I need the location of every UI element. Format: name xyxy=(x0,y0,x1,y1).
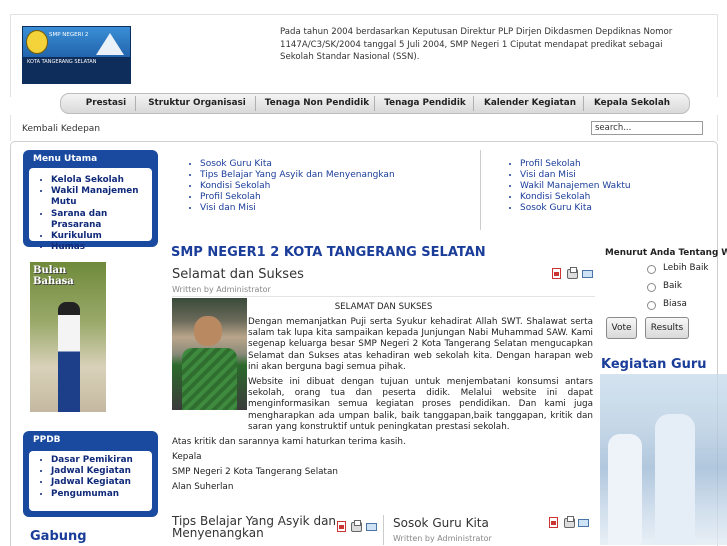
article-divider xyxy=(172,296,595,297)
poll-title: Menurut Anda Tentang Web ini xyxy=(605,248,727,258)
nav-item-tenaga-pendidik[interactable]: Tenaga Pendidik xyxy=(379,94,471,113)
article-line-school: SMP Negeri 2 Kota Tangerang Selatan xyxy=(172,467,338,477)
menu-item-humas[interactable]: Humas xyxy=(51,242,152,253)
bottom-article-title-right[interactable]: Sosok Guru Kita xyxy=(393,516,489,530)
link-wakil-manajemen-waktu[interactable]: Wakil Manajemen Waktu xyxy=(520,181,631,192)
article-paragraph-1: Dengan memanjatkan Puji serta Syukur keh… xyxy=(248,317,593,372)
nav-item-prestasi[interactable]: Prestasi xyxy=(77,94,135,113)
poll-option-label: Baik xyxy=(663,281,682,291)
bulan-bahasa-banner[interactable]: Bulan Bahasa xyxy=(30,262,106,412)
logo-text-top: SMP NEGERI 2 xyxy=(49,32,89,38)
component-title: SMP NEGER1 2 KOTA TANGERANG SELATAN xyxy=(171,245,486,260)
print-icon[interactable] xyxy=(567,267,578,279)
poll-option-label: Biasa xyxy=(663,299,687,309)
print-icon[interactable] xyxy=(351,520,362,532)
bottom-article-author: Written by Administrator xyxy=(393,534,492,543)
column-divider xyxy=(480,150,481,230)
back-link[interactable]: Kembali Kedepan xyxy=(22,124,100,134)
menu-item-kelola-sekolah[interactable]: Kelola Sekolah xyxy=(51,175,152,186)
banner-figure xyxy=(58,302,80,412)
poll-option-label: Lebih Baik xyxy=(663,263,709,273)
nav-item-tenaga-non-pendidik[interactable]: Tenaga Non Pendidik xyxy=(261,94,373,113)
kegiatan-guru-image[interactable] xyxy=(600,374,727,545)
email-icon[interactable] xyxy=(582,270,593,278)
pdf-icon[interactable] xyxy=(552,268,561,279)
nav-divider xyxy=(473,96,474,111)
menu-item-kurikulum[interactable]: Kurikulum xyxy=(51,231,152,242)
link-sosok-guru-kita[interactable]: Sosok Guru Kita xyxy=(520,203,631,214)
ppdb-box: Dasar Pemikiran Jadwal Kegiatan Jadwal K… xyxy=(29,451,152,511)
ppdb-module: PPDB Dasar Pemikiran Jadwal Kegiatan Jad… xyxy=(23,431,158,517)
kegiatan-guru-heading: Kegiatan Guru xyxy=(601,357,707,372)
article-title[interactable]: Selamat dan Sukses xyxy=(172,267,304,282)
nav-item-kepala-sekolah[interactable]: Kepala Sekolah xyxy=(589,94,675,113)
link-visi-misi[interactable]: Visi dan Misi xyxy=(520,170,631,181)
link-profil-sekolah[interactable]: Profil Sekolah xyxy=(520,159,631,170)
email-icon[interactable] xyxy=(578,519,589,527)
article-paragraph-2: Website ini dibuat dengan tujuan untuk m… xyxy=(248,377,593,432)
link-visi-misi[interactable]: Visi dan Misi xyxy=(200,203,395,214)
nav-item-kalender-kegiatan[interactable]: Kalender Kegiatan xyxy=(479,94,581,113)
nav-divider xyxy=(135,96,136,111)
popular-links-list: Profil Sekolah Visi dan Misi Wakil Manaj… xyxy=(508,159,631,214)
article-line-kepala: Kepala xyxy=(172,452,202,462)
column-divider xyxy=(383,515,384,545)
link-tips-belajar[interactable]: Tips Belajar Yang Asyik dan Menyenangkan xyxy=(200,170,395,181)
bottom-article-title-left[interactable]: Tips Belajar Yang Asyik dan Menyenangkan xyxy=(172,515,337,539)
email-icon[interactable] xyxy=(366,523,377,531)
menu-item-sarana-prasarana[interactable]: Sarana dan Prasarana xyxy=(51,209,152,231)
ppdb-item-dasar-pemikiran[interactable]: Dasar Pemikiran xyxy=(51,455,152,466)
ppdb-item-jadwal-kegiatan-2[interactable]: Jadwal Kegiatan xyxy=(51,477,152,488)
nav-item-struktur-organisasi[interactable]: Struktur Organisasi xyxy=(141,94,253,113)
principal-photo xyxy=(172,298,247,410)
photo-face xyxy=(194,316,222,346)
menu-utama-module: Menu Utama Kelola Sekolah Wakil Manajeme… xyxy=(23,150,158,252)
emblem-icon xyxy=(26,30,48,54)
poll-radio-lebih-baik[interactable] xyxy=(647,265,656,274)
banner-text: Bulan Bahasa xyxy=(33,265,74,287)
link-kondisi-sekolah[interactable]: Kondisi Sekolah xyxy=(520,192,631,203)
article-line-name: Alan Suherlan xyxy=(172,482,234,492)
gabung-heading: Gabung xyxy=(30,529,87,544)
nav-divider xyxy=(374,96,375,111)
logo-text-bottom: KOTA TANGERANG SELATAN xyxy=(27,59,97,65)
print-icon[interactable] xyxy=(564,516,575,528)
image-figure xyxy=(608,434,642,545)
menu-utama-title: Menu Utama xyxy=(33,154,98,164)
nav-divider xyxy=(583,96,584,111)
ppdb-item-pengumuman[interactable]: Pengumuman xyxy=(51,489,152,500)
article-line-thanks: Atas kritik dan sarannya kami haturkan t… xyxy=(172,437,406,447)
top-navigation: Prestasi Struktur Organisasi Tenaga Non … xyxy=(60,93,690,114)
poll-radio-biasa[interactable] xyxy=(647,301,656,310)
link-profil-sekolah[interactable]: Profil Sekolah xyxy=(200,192,395,203)
image-figure xyxy=(655,414,695,545)
header-intro-text: Pada tahun 2004 berdasarkan Keputusan Di… xyxy=(280,27,673,62)
pdf-icon[interactable] xyxy=(549,517,558,528)
article-author: Written by Administrator xyxy=(172,285,271,294)
latest-links-list: Sosok Guru Kita Tips Belajar Yang Asyik … xyxy=(188,159,395,214)
link-sosok-guru-kita[interactable]: Sosok Guru Kita xyxy=(200,159,395,170)
vote-button[interactable]: Vote xyxy=(606,317,637,339)
results-button[interactable]: Results xyxy=(645,317,689,339)
poll-radio-baik[interactable] xyxy=(647,283,656,292)
pdf-icon[interactable] xyxy=(337,521,346,532)
search-input[interactable] xyxy=(591,121,703,135)
menu-utama-box: Kelola Sekolah Wakil Manajemen Mutu Sara… xyxy=(29,168,152,252)
school-logo[interactable]: SMP NEGERI 2 KOTA TANGERANG SELATAN xyxy=(22,26,131,84)
triangle-logo-icon xyxy=(96,33,124,55)
photo-shirt xyxy=(182,348,237,410)
ppdb-title: PPDB xyxy=(33,435,61,445)
nav-divider xyxy=(255,96,256,111)
link-kondisi-sekolah[interactable]: Kondisi Sekolah xyxy=(200,181,395,192)
ppdb-item-jadwal-kegiatan[interactable]: Jadwal Kegiatan xyxy=(51,466,152,477)
menu-item-wakil-manajemen-mutu[interactable]: Wakil Manajemen Mutu xyxy=(51,186,152,208)
